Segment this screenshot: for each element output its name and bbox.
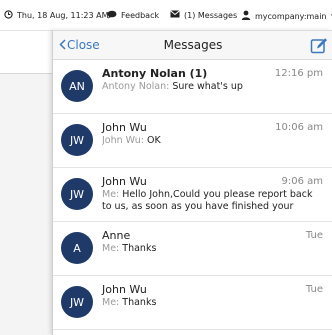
- chat-bubble-icon: [107, 10, 117, 21]
- divider: [0, 73, 55, 74]
- message-preview-sender: Antony Nolan:: [102, 81, 170, 92]
- datetime-text: Thu, 18 Aug, 11:23 AM: [17, 11, 109, 20]
- message-preview-text: Thanks: [122, 243, 157, 254]
- message-row[interactable]: JW John Wu 10:06 am John Wu: OK: [53, 114, 332, 168]
- avatar: JW: [61, 178, 93, 210]
- message-preview-sender: Me:: [102, 297, 120, 308]
- panel-title: Messages: [163, 38, 223, 52]
- message-preview-sender: Me:: [102, 243, 120, 254]
- message-preview: Me: Thanks: [102, 297, 324, 309]
- message-row[interactable]: JW John Wu 9:06 am Me: Hello John,Could …: [53, 168, 332, 222]
- message-preview-text: Hello John,Could you please report back …: [102, 189, 313, 212]
- message-sender-name: John Wu: [102, 283, 147, 296]
- message-sender-name: Anne: [102, 229, 131, 242]
- avatar: JW: [61, 286, 93, 318]
- message-row[interactable]: AN Antony Nolan (1) 12:16 pm Antony Nola…: [53, 60, 332, 114]
- user-menu[interactable]: mycompany:main: [241, 10, 332, 22]
- user-icon: [241, 10, 251, 22]
- avatar: AN: [61, 70, 93, 102]
- message-time: 9:06 am: [281, 176, 323, 187]
- message-time: 12:16 pm: [274, 68, 323, 79]
- compose-icon[interactable]: [310, 37, 328, 55]
- feedback-label: Feedback: [121, 11, 160, 20]
- message-sender-name: John Wu: [102, 175, 147, 188]
- message-preview: John Wu: OK: [102, 135, 324, 147]
- background-page: [0, 30, 55, 335]
- message-time: Tue: [305, 284, 323, 295]
- avatar: A: [61, 232, 93, 264]
- message-preview: Me: Thanks: [102, 243, 324, 255]
- message-row[interactable]: JW John Wu Tue Me: Thanks: [53, 276, 332, 330]
- message-list: AN Antony Nolan (1) 12:16 pm Antony Nola…: [53, 60, 332, 330]
- message-preview-sender: Me:: [102, 189, 120, 200]
- messages-button[interactable]: (1) Messages: [170, 10, 237, 20]
- messages-panel: Close Messages AN Antony Nolan (1) 12:16…: [52, 30, 332, 335]
- message-preview-text: Sure what's up: [172, 81, 243, 92]
- message-preview: Antony Nolan: Sure what's up: [102, 81, 324, 93]
- top-status-bar: Thu, 18 Aug, 11:23 AM Feedback (1) Messa…: [0, 0, 332, 30]
- message-preview-sender: John Wu:: [102, 135, 144, 146]
- user-label: mycompany:main: [255, 11, 327, 21]
- message-preview-text: Thanks: [122, 297, 157, 308]
- message-preview: Me: Hello John,Could you please report b…: [102, 189, 324, 213]
- message-row[interactable]: A Anne Tue Me: Thanks: [53, 222, 332, 276]
- envelope-icon: [170, 10, 180, 20]
- datetime-display: Thu, 18 Aug, 11:23 AM: [4, 10, 109, 21]
- message-preview-text: OK: [146, 135, 161, 146]
- message-sender-name: Antony Nolan (1): [102, 67, 208, 80]
- clock-icon: [4, 10, 13, 21]
- background-toolbar: [0, 30, 55, 74]
- message-time: 10:06 am: [275, 122, 323, 133]
- message-time: Tue: [305, 230, 323, 241]
- messages-label: (1) Messages: [184, 10, 238, 20]
- avatar: JW: [61, 124, 93, 156]
- panel-header: Close Messages: [53, 30, 332, 60]
- feedback-button[interactable]: Feedback: [107, 10, 159, 21]
- message-sender-name: John Wu: [102, 121, 147, 134]
